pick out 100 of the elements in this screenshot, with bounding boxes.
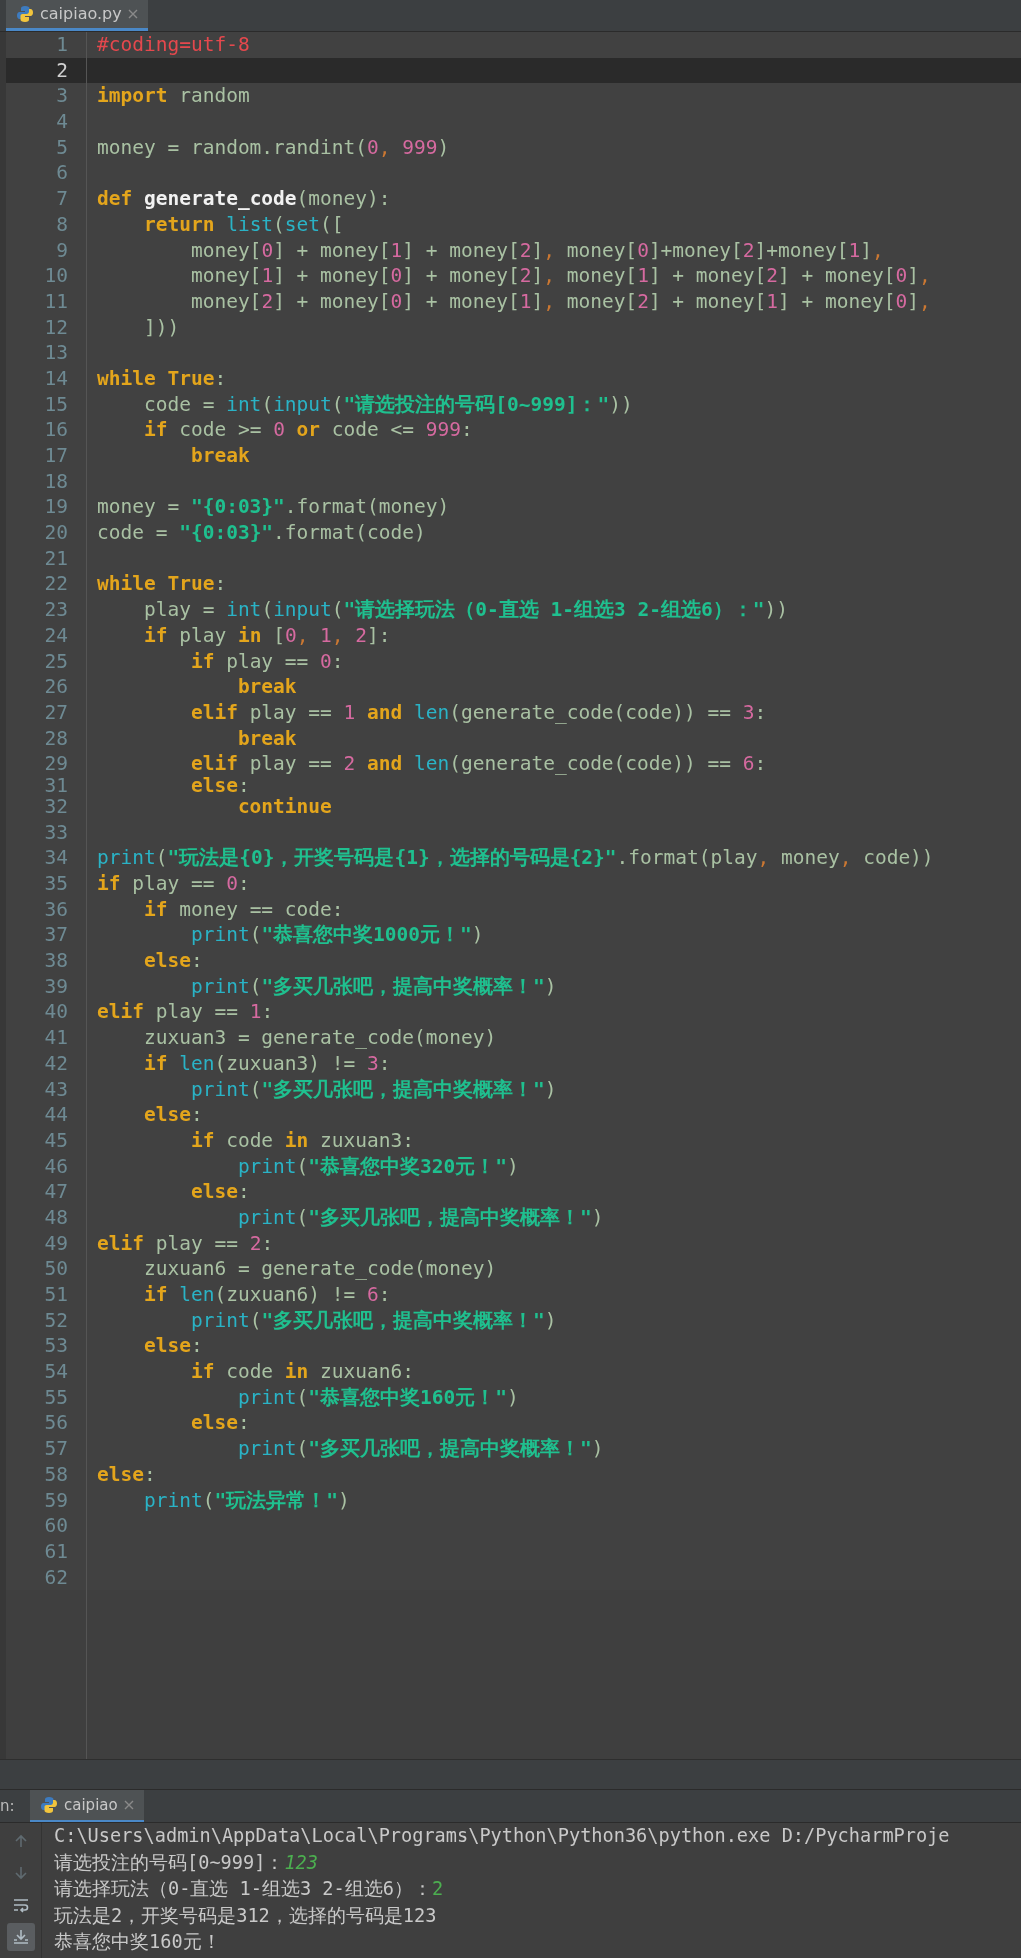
code-line: print("多买几张吧，提高中奖概率！") — [189, 1076, 557, 1103]
line-number: 48 — [43, 1204, 69, 1231]
line-number: 47 — [43, 1179, 69, 1205]
code-line: print("恭喜您中奖160元！") — [236, 1384, 519, 1411]
code-line: zuxuan6 = generate_code(money) — [142, 1256, 497, 1282]
code-line: while True: — [96, 571, 227, 598]
line-number: 44 — [43, 1102, 69, 1128]
code-line: elif play == 1 and len(generate_code(code)) == 3: — [189, 699, 767, 726]
line-number: 55 — [43, 1384, 69, 1411]
code-line: else: — [189, 1410, 250, 1437]
code-line: if money == code: — [142, 896, 344, 923]
code-line: else: — [142, 1102, 203, 1128]
code-line: import random — [96, 83, 250, 110]
code-line: while True: — [96, 365, 227, 392]
panel-label: n: — [0, 1795, 16, 1817]
code-line: else: — [189, 1179, 250, 1205]
line-number: 35 — [43, 871, 69, 897]
code-line: zuxuan3 = generate_code(money) — [142, 1025, 497, 1051]
line-number: 59 — [43, 1487, 69, 1514]
code-line: def generate_code(money): — [96, 186, 391, 212]
line-number: 37 — [43, 922, 69, 949]
run-tab[interactable]: caipiao — [30, 1790, 144, 1822]
line-number: 32 — [43, 793, 69, 820]
line-number: 62 — [43, 1564, 69, 1591]
code-line: if play == 0: — [96, 871, 250, 897]
code-line: elif play == 2 and len(generate_code(code)) == 6: — [189, 751, 767, 777]
line-number: 9 — [55, 237, 69, 264]
scroll-to-end-button[interactable] — [6, 1923, 35, 1951]
line-number: 14 — [43, 365, 69, 392]
line-number: 23 — [43, 597, 69, 623]
code-line: break — [236, 674, 297, 700]
soft-wrap-icon — [11, 1896, 30, 1914]
scroll-to-end-icon — [11, 1928, 30, 1946]
code-line: else: — [142, 948, 203, 974]
code-line: code = int(input("请选投注的号码[0~999]：")) — [142, 391, 633, 418]
line-number: 1 — [55, 32, 69, 58]
code-line: elif play == 2: — [96, 1230, 274, 1257]
line-number: 51 — [43, 1282, 69, 1308]
line-number: 17 — [43, 443, 69, 469]
line-number: 10 — [43, 263, 69, 289]
line-number: 21 — [43, 545, 69, 572]
line-number: 2 — [55, 57, 69, 84]
console-line: 玩法是2，开奖号码是312，选择的号码是123 — [54, 1903, 438, 1928]
line-number: 52 — [43, 1307, 69, 1334]
code-line: else: — [96, 1461, 156, 1488]
code-line: print("多买几张吧，提高中奖概率！") — [189, 1307, 557, 1334]
code-line: if code in zuxuan6: — [189, 1359, 414, 1385]
line-number: 56 — [43, 1410, 69, 1437]
code-line: print("恭喜您中奖320元！") — [236, 1153, 519, 1180]
line-number: 61 — [43, 1538, 69, 1565]
line-number: 7 — [55, 186, 69, 212]
code-line: if code in zuxuan3: — [189, 1127, 414, 1154]
python-file-icon — [16, 5, 34, 23]
code-line: return list(set([ — [142, 211, 344, 238]
line-number: 15 — [43, 391, 69, 418]
code-line: if len(zuxuan3) != 3: — [142, 1050, 391, 1077]
line-number: 42 — [43, 1050, 69, 1077]
code-line: continue — [236, 793, 332, 820]
python-file-icon — [40, 1796, 58, 1814]
line-number: 22 — [43, 571, 69, 598]
code-line: else: — [142, 1333, 203, 1360]
code-line: if play in [0, 1, 2]: — [142, 622, 391, 649]
line-number: 46 — [43, 1153, 69, 1180]
line-number: 39 — [43, 973, 69, 1000]
line-number: 16 — [43, 417, 69, 443]
code-line: ])) — [142, 314, 180, 341]
line-number: 53 — [43, 1333, 69, 1360]
line-number: 25 — [43, 648, 69, 675]
code-line: play = int(input("请选择玩法（0-直选 1-组选3 2-组选6）：")) — [142, 597, 788, 623]
line-number: 18 — [43, 468, 69, 495]
console-line: 请选择玩法（0-直选 1-组选3 2-组选6）：2 — [54, 1877, 445, 1901]
line-number: 31 — [43, 776, 69, 794]
code-line: print("恭喜您中奖1000元！") — [189, 922, 484, 949]
code-line: money = "{0:03}".format(money) — [96, 494, 450, 521]
line-number: 50 — [43, 1256, 69, 1282]
line-number: 38 — [43, 948, 69, 974]
line-number: 28 — [43, 725, 69, 752]
console-line: 恭喜您中奖160元！ — [54, 1930, 222, 1954]
code-line: print("多买几张吧，提高中奖概率！") — [189, 973, 557, 1000]
code-line: if play == 0: — [189, 648, 344, 675]
code-line: code = "{0:03}".format(code) — [96, 520, 426, 546]
code-line: else: — [189, 776, 250, 794]
line-number: 19 — [43, 494, 69, 521]
line-number: 58 — [43, 1461, 69, 1488]
close-icon[interactable] — [127, 9, 138, 19]
line-number: 26 — [43, 674, 69, 700]
code-line: break — [189, 443, 250, 469]
line-number: 5 — [55, 134, 69, 161]
line-number: 11 — [43, 288, 69, 315]
line-number: 12 — [43, 314, 69, 341]
editor-tab[interactable]: caipiao.py — [6, 0, 148, 31]
code-line: elif play == 1: — [96, 999, 274, 1026]
line-number: 41 — [43, 1025, 69, 1051]
code-line: money[2] + money[0] + money[1], money[2] + money[1] + money[0], — [189, 288, 931, 315]
line-number: 54 — [43, 1359, 69, 1385]
console-line: C:\Users\admin\AppData\Local\Programs\Python\Python36\python.exe D:/PycharmProje — [54, 1824, 951, 1848]
line-number: 49 — [43, 1230, 69, 1257]
close-icon[interactable] — [123, 1800, 134, 1810]
code-line: money[1] + money[0] + money[2], money[1] + money[2] + money[0], — [189, 263, 931, 289]
console-line: 请选投注的号码[0~999]：123 — [54, 1850, 319, 1875]
